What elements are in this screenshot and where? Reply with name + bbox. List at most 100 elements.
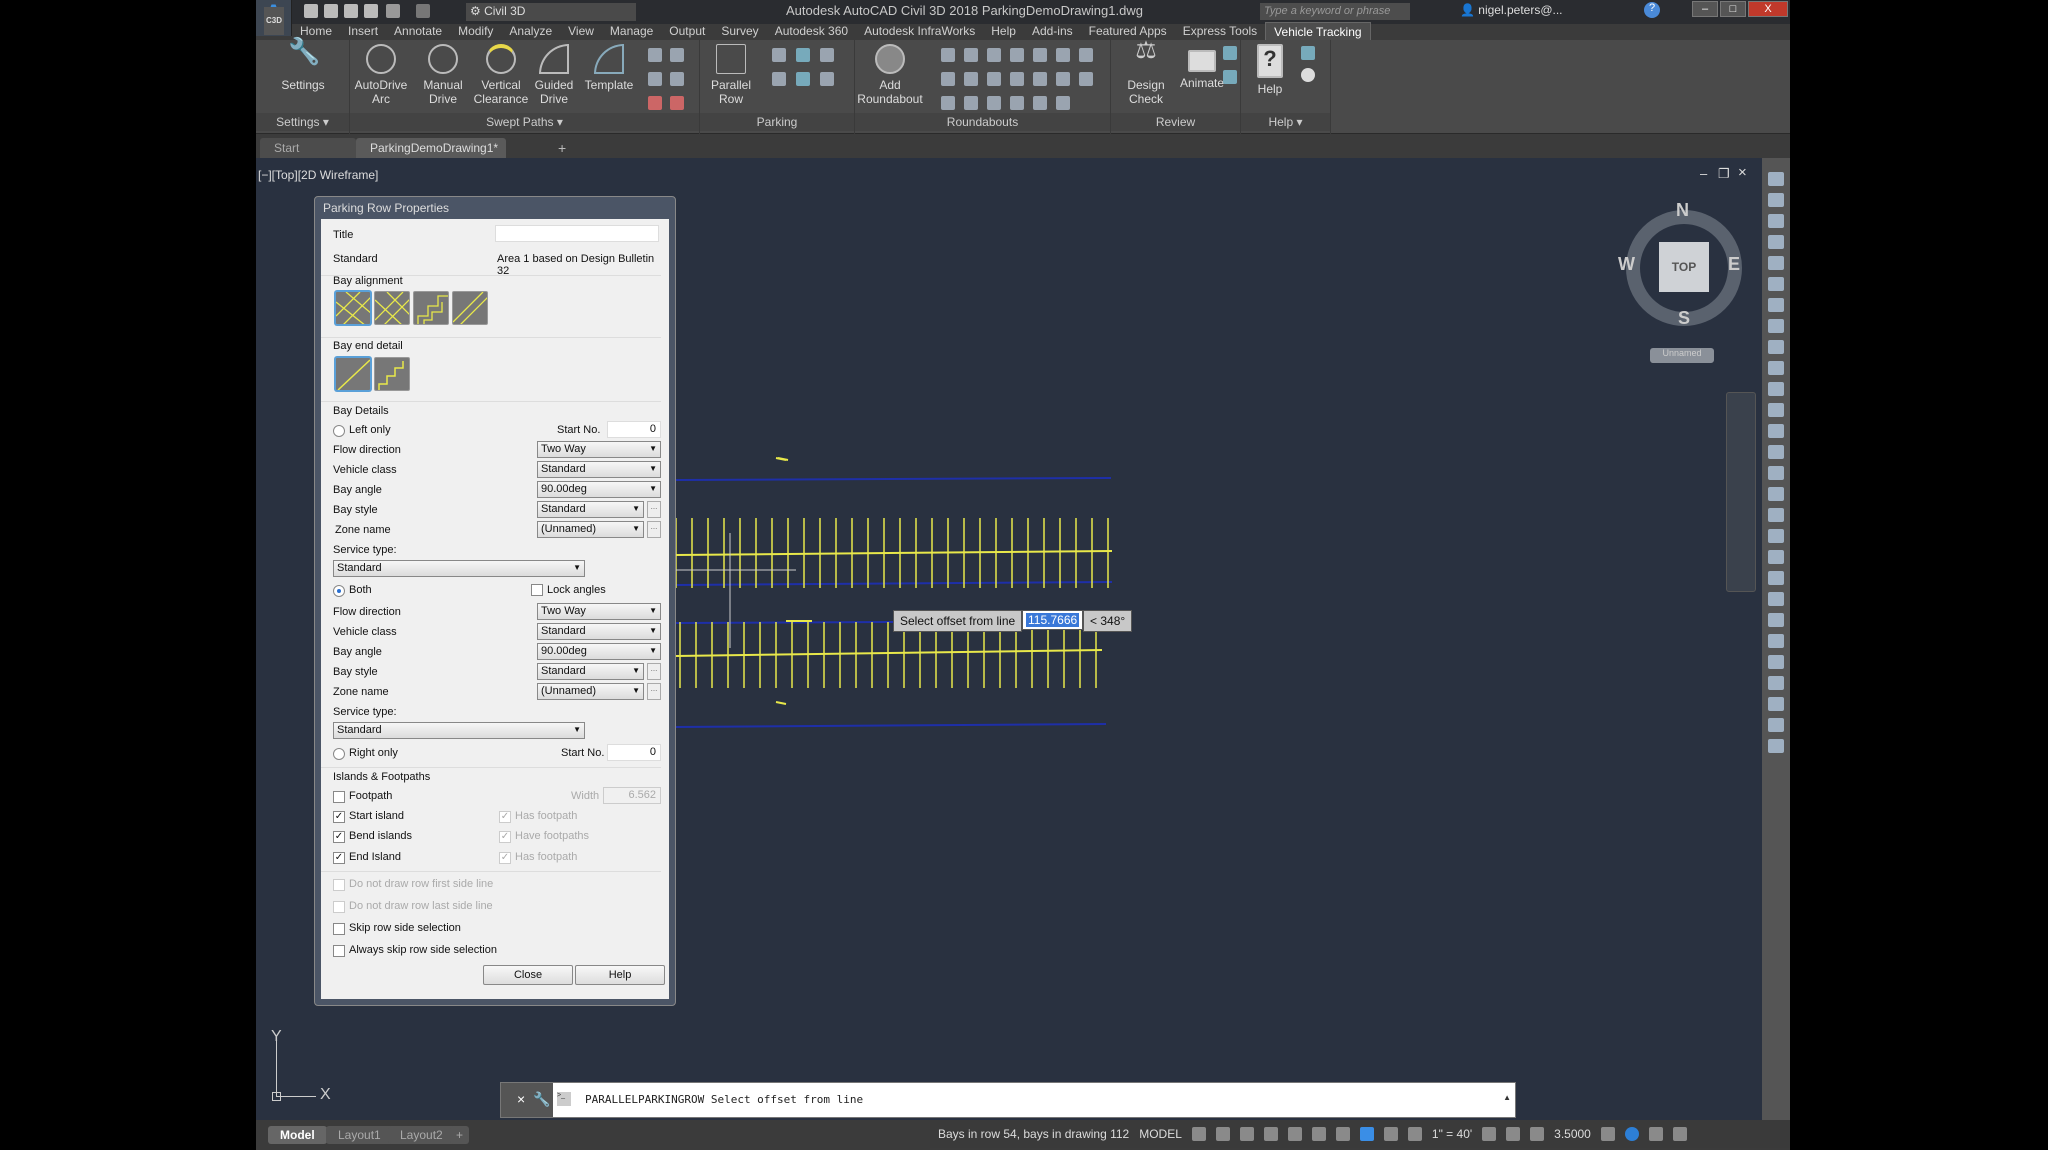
right-flow-direction-select[interactable]: Two Way bbox=[537, 603, 661, 620]
drawing-viewport[interactable]: [−][Top][2D Wireframe] – ❐ × TOP N S E W… bbox=[256, 158, 1762, 1120]
dialog-title[interactable]: Parking Row Properties bbox=[323, 201, 449, 215]
tab-layout1[interactable]: Layout1 bbox=[326, 1126, 393, 1144]
palette-tool-icon[interactable] bbox=[1768, 298, 1784, 312]
open-icon[interactable] bbox=[324, 4, 338, 18]
roundabout-tool-icon[interactable] bbox=[1010, 48, 1024, 62]
annotation-visibility-icon[interactable] bbox=[1359, 1127, 1374, 1141]
palette-tool-icon[interactable] bbox=[1768, 319, 1784, 333]
ribbon-tab-annotate[interactable]: Annotate bbox=[386, 22, 450, 40]
compass-east[interactable]: E bbox=[1728, 254, 1740, 275]
palette-tool-icon[interactable] bbox=[1768, 235, 1784, 249]
palette-tool-icon[interactable] bbox=[1768, 697, 1784, 711]
start-island-checkbox[interactable]: ✓ bbox=[333, 811, 345, 823]
end-has-footpath-checkbox[interactable]: ✓ bbox=[499, 852, 511, 864]
user-account[interactable]: 👤 nigel.peters@... bbox=[1460, 3, 1563, 17]
ribbon-tab-express-tools[interactable]: Express Tools bbox=[1175, 22, 1265, 40]
ribbon-tab-analyze[interactable]: Analyze bbox=[501, 22, 560, 40]
polar-icon[interactable] bbox=[1263, 1127, 1278, 1141]
panel-label-settings[interactable]: Settings ▾ bbox=[256, 113, 349, 131]
undo-icon[interactable] bbox=[386, 4, 400, 18]
compass-north[interactable]: N bbox=[1676, 200, 1689, 221]
ribbon-tab-vehicle-tracking[interactable]: Vehicle Tracking bbox=[1265, 22, 1371, 40]
parking-tool-icon[interactable] bbox=[772, 48, 786, 62]
review-tool-icon[interactable] bbox=[1223, 70, 1237, 84]
left-flow-direction-select[interactable]: Two Way bbox=[537, 441, 661, 458]
navigation-bar[interactable] bbox=[1726, 392, 1756, 592]
right-service-type-select[interactable]: Standard bbox=[333, 722, 585, 739]
always-skip-row-side-checkbox[interactable] bbox=[333, 945, 345, 957]
palette-tool-icon[interactable] bbox=[1768, 634, 1784, 648]
template-button[interactable]: Template bbox=[580, 44, 638, 92]
panel-label-swept-paths[interactable]: Swept Paths ▾ bbox=[350, 113, 699, 131]
maximize-button[interactable]: □ bbox=[1720, 1, 1746, 17]
palette-tool-icon[interactable] bbox=[1768, 613, 1784, 627]
left-zone-browse[interactable]: ... bbox=[647, 521, 661, 538]
lock-angles-checkbox[interactable] bbox=[531, 584, 543, 596]
new-tab-button[interactable]: + bbox=[558, 140, 566, 156]
left-only-radio[interactable] bbox=[333, 425, 345, 437]
start-has-footpath-checkbox[interactable]: ✓ bbox=[499, 811, 511, 823]
right-vehicle-class-select[interactable]: Standard bbox=[537, 623, 661, 640]
roundabout-tool-icon[interactable] bbox=[1033, 48, 1047, 62]
roundabout-tool-icon[interactable] bbox=[964, 96, 978, 110]
palette-tool-icon[interactable] bbox=[1768, 592, 1784, 606]
palette-tool-icon[interactable] bbox=[1768, 718, 1784, 732]
annotation-scale[interactable]: 1" = 40' bbox=[1432, 1127, 1472, 1141]
roundabout-tool-icon[interactable] bbox=[941, 72, 955, 86]
compass-west[interactable]: W bbox=[1618, 254, 1635, 275]
panel-label-help[interactable]: Help ▾ bbox=[1241, 113, 1330, 131]
roundabout-tool-icon[interactable] bbox=[987, 96, 1001, 110]
right-bay-style-select[interactable]: Standard bbox=[537, 663, 644, 680]
bay-alignment-option-4[interactable] bbox=[452, 291, 488, 325]
bay-end-option-1[interactable] bbox=[335, 357, 371, 391]
ribbon-tab-help[interactable]: Help bbox=[983, 22, 1024, 40]
command-line[interactable]: × 🔧 >_ PARALLELPARKINGROW Select offset f… bbox=[500, 1082, 1516, 1118]
redo-icon[interactable] bbox=[416, 4, 430, 18]
workspace-gear-icon[interactable] bbox=[1482, 1127, 1497, 1141]
isolate-objects-icon[interactable] bbox=[1600, 1127, 1615, 1141]
roundabout-tool-icon[interactable] bbox=[1056, 72, 1070, 86]
palette-tool-icon[interactable] bbox=[1768, 172, 1784, 186]
end-island-checkbox[interactable]: ✓ bbox=[333, 852, 345, 864]
palette-tool-icon[interactable] bbox=[1768, 340, 1784, 354]
help-button[interactable]: Help bbox=[575, 965, 665, 985]
palette-tool-icon[interactable] bbox=[1768, 655, 1784, 669]
palette-tool-icon[interactable] bbox=[1768, 214, 1784, 228]
swept-tool-icon[interactable] bbox=[648, 96, 662, 110]
print-icon[interactable] bbox=[364, 4, 378, 18]
right-bay-angle-select[interactable]: 90.00deg bbox=[537, 643, 661, 660]
workspace-dropdown[interactable]: ⚙ Civil 3D bbox=[466, 3, 636, 21]
help-button[interactable]: ? Help bbox=[1245, 44, 1295, 96]
guided-drive-button[interactable]: Guided Drive bbox=[526, 44, 582, 106]
palette-tool-icon[interactable] bbox=[1768, 529, 1784, 543]
info-icon[interactable] bbox=[1301, 68, 1315, 82]
swept-tool-icon[interactable] bbox=[670, 96, 684, 110]
close-button[interactable]: Close bbox=[483, 965, 573, 985]
vertical-clearance-button[interactable]: Vertical Clearance bbox=[470, 44, 532, 106]
new-icon[interactable] bbox=[304, 4, 318, 18]
parking-tool-icon[interactable] bbox=[820, 48, 834, 62]
left-bay-style-browse[interactable]: ... bbox=[647, 501, 661, 518]
lineweight-icon[interactable] bbox=[1530, 1127, 1545, 1141]
command-history-arrow-icon[interactable]: ▲ bbox=[1503, 1093, 1511, 1102]
footpath-width-input[interactable]: 6.562 bbox=[603, 787, 661, 804]
parking-tool-icon[interactable] bbox=[820, 72, 834, 86]
settings-button[interactable]: 🔧 Settings bbox=[272, 38, 334, 92]
no-first-side-line-checkbox[interactable] bbox=[333, 879, 345, 891]
recent-commands-icon[interactable]: >_ bbox=[557, 1092, 571, 1106]
tab-layout2[interactable]: Layout2 bbox=[388, 1126, 455, 1144]
tab-start[interactable]: Start bbox=[260, 138, 356, 158]
roundabout-tool-icon[interactable] bbox=[1079, 72, 1093, 86]
add-roundabout-button[interactable]: Add Roundabout bbox=[857, 44, 923, 106]
ortho-icon[interactable] bbox=[1239, 1127, 1254, 1141]
roundabout-tool-icon[interactable] bbox=[987, 72, 1001, 86]
bay-end-option-2[interactable] bbox=[374, 357, 410, 391]
roundabout-tool-icon[interactable] bbox=[1033, 72, 1047, 86]
roundabout-tool-icon[interactable] bbox=[1033, 96, 1047, 110]
command-close-icon[interactable]: × bbox=[517, 1091, 525, 1107]
right-zone-browse[interactable]: ... bbox=[647, 683, 661, 700]
skip-row-side-checkbox[interactable] bbox=[333, 923, 345, 935]
isodraft-icon[interactable] bbox=[1311, 1127, 1326, 1141]
parallel-row-button[interactable]: Parallel Row bbox=[700, 44, 762, 106]
ribbon-tab-survey[interactable]: Survey bbox=[713, 22, 766, 40]
